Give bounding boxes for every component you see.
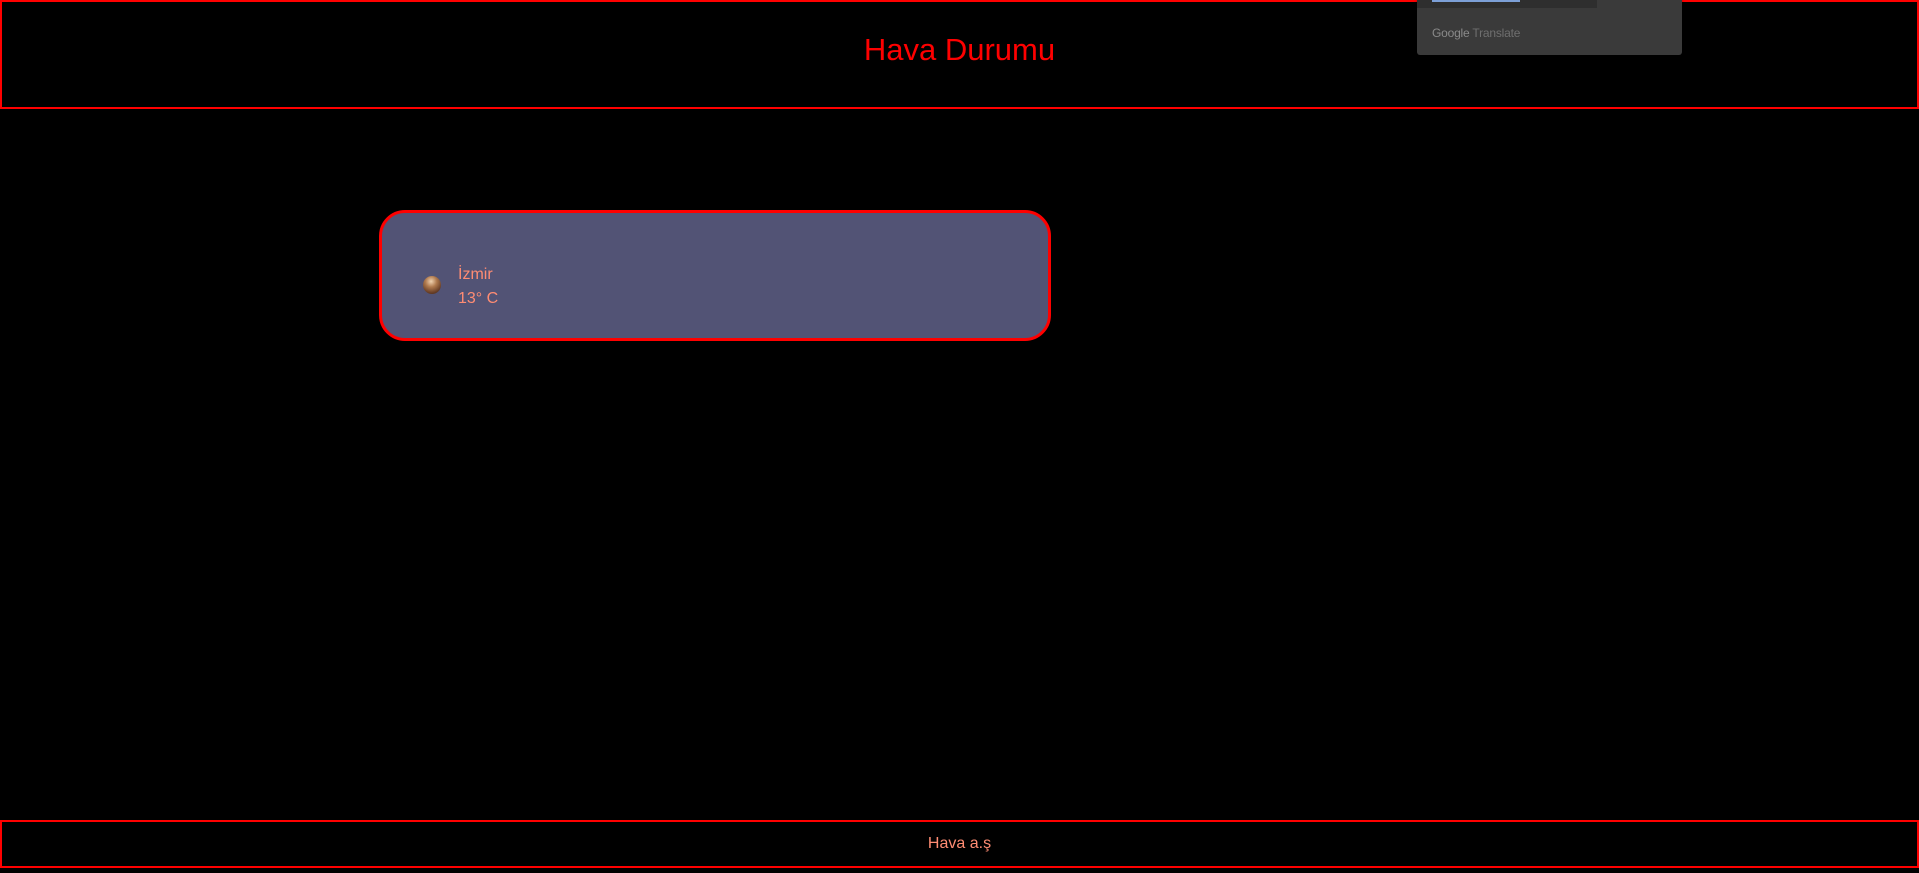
moon-icon xyxy=(423,276,441,294)
translate-branding: Google Translate xyxy=(1432,26,1520,40)
google-logo-text: Google xyxy=(1432,26,1470,40)
page-title: Hava Durumu xyxy=(863,31,1056,67)
city-name: İzmir xyxy=(458,266,493,283)
google-translate-widget[interactable]: Google Translate xyxy=(1417,0,1682,55)
translate-label: Translate xyxy=(1472,26,1521,40)
temperature: 13° C xyxy=(458,290,499,307)
footer: Hava a.ş xyxy=(0,820,1919,868)
weather-card: İzmir 13° C xyxy=(379,210,1051,341)
translate-active-indicator xyxy=(1432,0,1520,2)
footer-text: Hava a.ş xyxy=(927,835,992,852)
translate-language-selector[interactable] xyxy=(1417,0,1597,8)
page: Hava Durumu Google Translate İzmir 13° C… xyxy=(0,0,1919,873)
